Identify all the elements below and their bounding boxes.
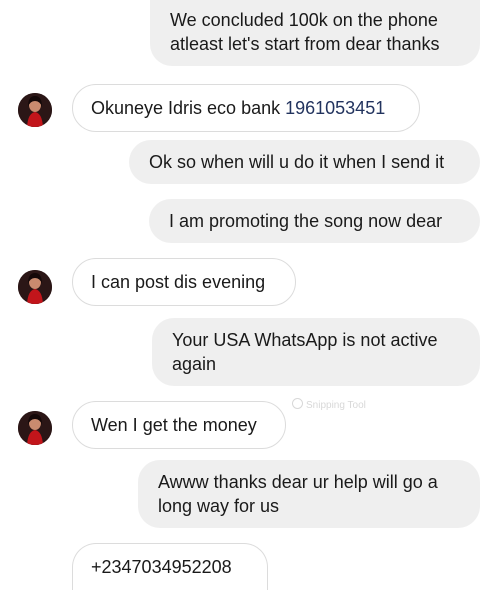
message-text: atleast let's start from dear thanks <box>170 34 440 54</box>
snipping-tool-icon <box>292 398 303 409</box>
message-text: I can post dis evening <box>91 272 266 292</box>
message-bubble-outgoing[interactable]: Awww thanks dear ur help will go a long … <box>138 460 480 528</box>
avatar[interactable] <box>18 411 52 445</box>
message-text: Wen I get the money <box>91 415 257 435</box>
message-bubble-outgoing[interactable]: I am promoting the song now dear <box>149 199 480 243</box>
message-text: Ok so when will u do it when I send it <box>149 152 445 172</box>
avatar[interactable] <box>18 93 52 127</box>
snipping-tool-watermark: Snipping Tool <box>292 398 366 411</box>
message-text: Okuneye Idris eco bank <box>91 98 286 118</box>
account-number: 1961053451 <box>285 98 386 118</box>
message-text: Awww thanks dear ur help will go a <box>158 472 438 492</box>
message-text: long way for us <box>158 496 280 516</box>
message-text: I am promoting the song now dear <box>169 211 443 231</box>
message-bubble-incoming[interactable]: Okuneye Idris eco bank 1961053451 <box>72 84 420 132</box>
message-bubble-incoming[interactable]: +2347034952208 <box>72 543 268 590</box>
avatar[interactable] <box>18 270 52 304</box>
message-bubble-outgoing[interactable]: We concluded 100k on the phone atleast l… <box>150 0 480 66</box>
message-bubble-incoming[interactable]: I can post dis evening <box>72 258 296 306</box>
message-text: again <box>172 354 217 374</box>
message-bubble-outgoing[interactable]: Ok so when will u do it when I send it <box>129 140 480 184</box>
message-text: We concluded 100k on the phone <box>170 10 438 30</box>
message-text: Your USA WhatsApp is not active <box>172 330 438 350</box>
phone-number: +2347034952208 <box>91 557 232 577</box>
message-bubble-incoming[interactable]: Wen I get the money <box>72 401 286 449</box>
message-bubble-outgoing[interactable]: Your USA WhatsApp is not active again <box>152 318 480 386</box>
